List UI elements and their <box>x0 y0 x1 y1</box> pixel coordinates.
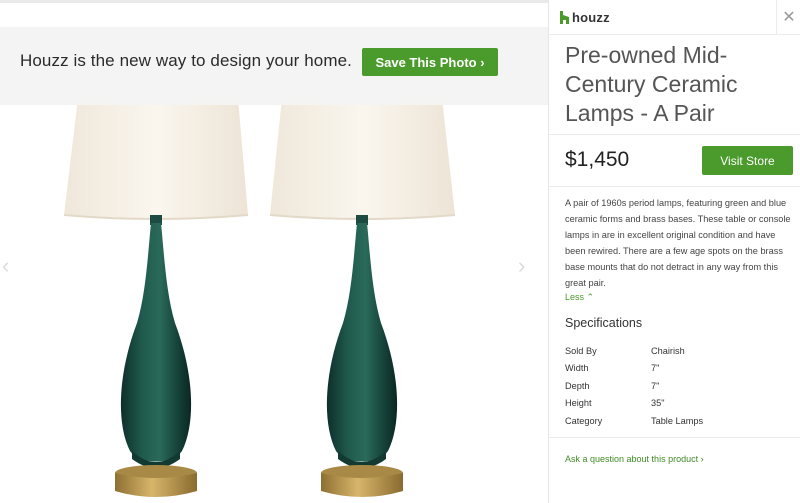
spec-label: Width <box>565 363 589 374</box>
product-price: $1,450 <box>565 148 630 171</box>
spec-value: 7" <box>651 363 660 374</box>
spec-row: Sold By Chairish <box>565 342 795 360</box>
spec-label: Sold By <box>565 345 597 356</box>
lamp-left <box>63 98 249 497</box>
spec-label: Category <box>565 415 603 426</box>
spec-row: Height 35" <box>565 395 795 413</box>
logo-text: houzz <box>572 10 610 25</box>
divider <box>549 186 800 187</box>
save-photo-button[interactable]: Save This Photo › <box>362 48 498 76</box>
promo-banner: Houzz is the new way to design your home… <box>0 27 548 105</box>
product-photo[interactable]: ‹ › Houzz is the new way to design your … <box>0 3 548 503</box>
panel-header: houzz ✕ <box>549 0 800 35</box>
spec-row: Depth 7" <box>565 377 795 395</box>
spec-label: Depth <box>565 380 590 391</box>
divider <box>549 134 800 135</box>
houzz-logo[interactable]: houzz <box>560 10 610 25</box>
spec-value: Table Lamps <box>651 415 704 426</box>
prev-photo-arrow-icon[interactable]: ‹ <box>2 253 9 279</box>
spec-value: 35" <box>651 398 665 409</box>
close-icon[interactable]: ✕ <box>776 0 800 34</box>
less-link[interactable]: Less ⌃ <box>565 292 594 303</box>
spec-label: Height <box>565 398 592 409</box>
next-photo-arrow-icon[interactable]: › <box>518 253 525 279</box>
ask-question-link[interactable]: Ask a question about this product › <box>565 454 704 464</box>
visit-store-button[interactable]: Visit Store <box>702 146 793 175</box>
spec-row: Category Table Lamps <box>565 412 795 430</box>
houzz-logo-icon <box>560 11 569 24</box>
product-title: Pre-owned Mid-Century Ceramic Lamps - A … <box>565 42 738 126</box>
spec-value: 7" <box>651 380 660 391</box>
divider <box>549 437 800 438</box>
specifications-heading: Specifications <box>565 316 643 330</box>
lamp-right <box>269 98 456 497</box>
banner-text: Houzz is the new way to design your home… <box>20 51 352 70</box>
specifications-table: Sold By Chairish Width 7" Depth 7" Heigh… <box>565 342 795 430</box>
spec-value: Chairish <box>651 345 685 356</box>
product-description: A pair of 1960s period lamps, featuring … <box>565 198 791 288</box>
spec-row: Width 7" <box>565 360 795 378</box>
product-panel: houzz ✕ Pre-owned Mid-Century Ceramic La… <box>548 0 800 503</box>
